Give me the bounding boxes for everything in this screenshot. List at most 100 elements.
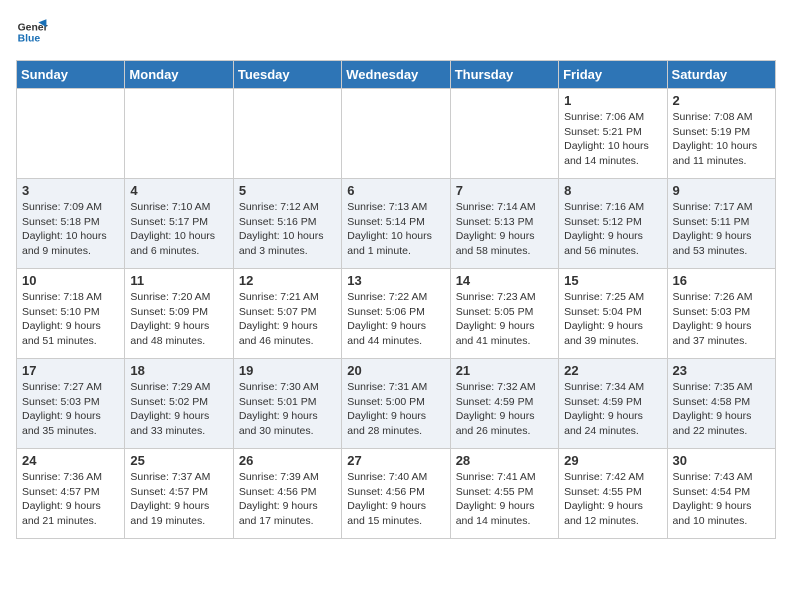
day-info: Sunrise: 7:13 AM Sunset: 5:14 PM Dayligh…	[347, 200, 444, 259]
logo: General Blue	[16, 16, 48, 48]
calendar-cell: 1 Sunrise: 7:06 AM Sunset: 5:21 PM Daylig…	[559, 89, 667, 179]
day-number: 12	[239, 273, 336, 288]
day-number: 3	[22, 183, 119, 198]
day-info: Sunrise: 7:14 AM Sunset: 5:13 PM Dayligh…	[456, 200, 553, 259]
calendar-cell: 26Sunrise: 7:39 AM Sunset: 4:56 PM Dayli…	[233, 449, 341, 539]
calendar-cell: 23 Sunrise: 7:35 AM Sunset: 4:58 PM Dayli…	[667, 359, 775, 449]
calendar-cell: 24Sunrise: 7:36 AM Sunset: 4:57 PM Dayli…	[17, 449, 125, 539]
calendar-cell: 16Sunrise: 7:26 AM Sunset: 5:03 PM Dayli…	[667, 269, 775, 359]
weekday-header: Saturday	[667, 61, 775, 89]
calendar-cell: 6 Sunrise: 7:13 AM Sunset: 5:14 PM Daylig…	[342, 179, 450, 269]
calendar-cell: 5 Sunrise: 7:12 AM Sunset: 5:16 PM Daylig…	[233, 179, 341, 269]
day-number: 17	[22, 363, 119, 378]
day-info: Sunrise: 7:40 AM Sunset: 4:56 PM Dayligh…	[347, 470, 444, 529]
calendar-cell: 4 Sunrise: 7:10 AM Sunset: 5:17 PM Daylig…	[125, 179, 233, 269]
day-info: Sunrise: 7:12 AM Sunset: 5:16 PM Dayligh…	[239, 200, 336, 259]
page-header: General Blue	[16, 16, 776, 48]
calendar-week-row: 24Sunrise: 7:36 AM Sunset: 4:57 PM Dayli…	[17, 449, 776, 539]
calendar-cell: 19 Sunrise: 7:30 AM Sunset: 5:01 PM Dayli…	[233, 359, 341, 449]
calendar-cell	[125, 89, 233, 179]
day-number: 11	[130, 273, 227, 288]
day-info: Sunrise: 7:43 AM Sunset: 4:54 PM Dayligh…	[673, 470, 770, 529]
day-info: Sunrise: 7:32 AM Sunset: 4:59 PM Dayligh…	[456, 380, 553, 439]
calendar-cell: 12 Sunrise: 7:21 AM Sunset: 5:07 PM Dayli…	[233, 269, 341, 359]
calendar-cell: 13 Sunrise: 7:22 AM Sunset: 5:06 PM Dayli…	[342, 269, 450, 359]
day-number: 5	[239, 183, 336, 198]
day-number: 23	[673, 363, 770, 378]
day-number: 10	[22, 273, 119, 288]
calendar-week-row: 10 Sunrise: 7:18 AM Sunset: 5:10 PM Dayli…	[17, 269, 776, 359]
day-number: 9	[673, 183, 770, 198]
calendar-cell: 11 Sunrise: 7:20 AM Sunset: 5:09 PM Dayli…	[125, 269, 233, 359]
calendar-cell	[17, 89, 125, 179]
day-number: 2	[673, 93, 770, 108]
day-info: Sunrise: 7:34 AM Sunset: 4:59 PM Dayligh…	[564, 380, 661, 439]
calendar-cell	[233, 89, 341, 179]
day-number: 24	[22, 453, 119, 468]
calendar-table: SundayMondayTuesdayWednesdayThursdayFrid…	[16, 60, 776, 539]
day-info: Sunrise: 7:08 AM Sunset: 5:19 PM Dayligh…	[673, 110, 770, 169]
day-number: 26	[239, 453, 336, 468]
weekday-header: Monday	[125, 61, 233, 89]
calendar-cell: 8Sunrise: 7:16 AM Sunset: 5:12 PM Daylig…	[559, 179, 667, 269]
day-number: 4	[130, 183, 227, 198]
day-number: 15	[564, 273, 661, 288]
day-number: 7	[456, 183, 553, 198]
calendar-cell: 18 Sunrise: 7:29 AM Sunset: 5:02 PM Dayli…	[125, 359, 233, 449]
calendar-cell	[450, 89, 558, 179]
weekday-header: Friday	[559, 61, 667, 89]
day-info: Sunrise: 7:25 AM Sunset: 5:04 PM Dayligh…	[564, 290, 661, 349]
weekday-header: Tuesday	[233, 61, 341, 89]
day-info: Sunrise: 7:06 AM Sunset: 5:21 PM Dayligh…	[564, 110, 661, 169]
day-info: Sunrise: 7:09 AM Sunset: 5:18 PM Dayligh…	[22, 200, 119, 259]
day-number: 25	[130, 453, 227, 468]
day-number: 21	[456, 363, 553, 378]
day-number: 29	[564, 453, 661, 468]
calendar-week-row: 17 Sunrise: 7:27 AM Sunset: 5:03 PM Dayli…	[17, 359, 776, 449]
day-number: 28	[456, 453, 553, 468]
calendar-cell: 29 Sunrise: 7:42 AM Sunset: 4:55 PM Dayli…	[559, 449, 667, 539]
day-number: 19	[239, 363, 336, 378]
calendar-cell: 30 Sunrise: 7:43 AM Sunset: 4:54 PM Dayli…	[667, 449, 775, 539]
calendar-header-row: SundayMondayTuesdayWednesdayThursdayFrid…	[17, 61, 776, 89]
day-info: Sunrise: 7:35 AM Sunset: 4:58 PM Dayligh…	[673, 380, 770, 439]
calendar-cell: 21 Sunrise: 7:32 AM Sunset: 4:59 PM Dayli…	[450, 359, 558, 449]
weekday-header: Thursday	[450, 61, 558, 89]
day-number: 1	[564, 93, 661, 108]
calendar-cell: 3 Sunrise: 7:09 AM Sunset: 5:18 PM Daylig…	[17, 179, 125, 269]
day-info: Sunrise: 7:21 AM Sunset: 5:07 PM Dayligh…	[239, 290, 336, 349]
day-number: 18	[130, 363, 227, 378]
day-info: Sunrise: 7:17 AM Sunset: 5:11 PM Dayligh…	[673, 200, 770, 259]
calendar-cell: 7 Sunrise: 7:14 AM Sunset: 5:13 PM Daylig…	[450, 179, 558, 269]
day-number: 13	[347, 273, 444, 288]
day-info: Sunrise: 7:41 AM Sunset: 4:55 PM Dayligh…	[456, 470, 553, 529]
day-info: Sunrise: 7:30 AM Sunset: 5:01 PM Dayligh…	[239, 380, 336, 439]
calendar-cell: 27 Sunrise: 7:40 AM Sunset: 4:56 PM Dayli…	[342, 449, 450, 539]
day-number: 30	[673, 453, 770, 468]
day-number: 14	[456, 273, 553, 288]
calendar-cell: 10 Sunrise: 7:18 AM Sunset: 5:10 PM Dayli…	[17, 269, 125, 359]
day-info: Sunrise: 7:27 AM Sunset: 5:03 PM Dayligh…	[22, 380, 119, 439]
calendar-cell: 15 Sunrise: 7:25 AM Sunset: 5:04 PM Dayli…	[559, 269, 667, 359]
day-info: Sunrise: 7:16 AM Sunset: 5:12 PM Dayligh…	[564, 200, 661, 259]
day-info: Sunrise: 7:18 AM Sunset: 5:10 PM Dayligh…	[22, 290, 119, 349]
calendar-cell	[342, 89, 450, 179]
day-info: Sunrise: 7:20 AM Sunset: 5:09 PM Dayligh…	[130, 290, 227, 349]
day-number: 27	[347, 453, 444, 468]
calendar-cell: 17 Sunrise: 7:27 AM Sunset: 5:03 PM Dayli…	[17, 359, 125, 449]
calendar-cell: 9 Sunrise: 7:17 AM Sunset: 5:11 PM Daylig…	[667, 179, 775, 269]
calendar-cell: 2 Sunrise: 7:08 AM Sunset: 5:19 PM Daylig…	[667, 89, 775, 179]
day-info: Sunrise: 7:37 AM Sunset: 4:57 PM Dayligh…	[130, 470, 227, 529]
day-info: Sunrise: 7:10 AM Sunset: 5:17 PM Dayligh…	[130, 200, 227, 259]
calendar-week-row: 1 Sunrise: 7:06 AM Sunset: 5:21 PM Daylig…	[17, 89, 776, 179]
day-info: Sunrise: 7:31 AM Sunset: 5:00 PM Dayligh…	[347, 380, 444, 439]
day-info: Sunrise: 7:42 AM Sunset: 4:55 PM Dayligh…	[564, 470, 661, 529]
day-number: 16	[673, 273, 770, 288]
calendar-cell: 20Sunrise: 7:31 AM Sunset: 5:00 PM Dayli…	[342, 359, 450, 449]
calendar-cell: 14Sunrise: 7:23 AM Sunset: 5:05 PM Dayli…	[450, 269, 558, 359]
calendar-cell: 25 Sunrise: 7:37 AM Sunset: 4:57 PM Dayli…	[125, 449, 233, 539]
day-info: Sunrise: 7:29 AM Sunset: 5:02 PM Dayligh…	[130, 380, 227, 439]
day-number: 6	[347, 183, 444, 198]
day-info: Sunrise: 7:22 AM Sunset: 5:06 PM Dayligh…	[347, 290, 444, 349]
svg-text:Blue: Blue	[18, 34, 41, 45]
